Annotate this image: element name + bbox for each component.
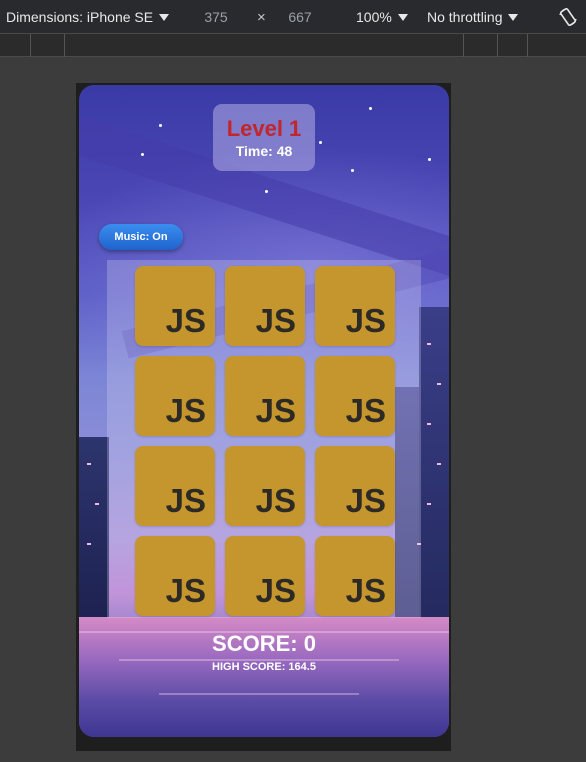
device-dropdown-label: Dimensions: iPhone SE: [6, 9, 154, 25]
throttling-dropdown[interactable]: No throttling: [427, 0, 519, 34]
memory-card[interactable]: JS: [315, 356, 395, 436]
chevron-down-icon: [508, 13, 519, 21]
zoom-dropdown-label: 100%: [356, 9, 392, 25]
devtools-device-toolbar: Dimensions: iPhone SE 375 × 667 100% No …: [0, 0, 586, 34]
chevron-down-icon: [159, 13, 170, 21]
js-card-label: JS: [255, 392, 296, 429]
memory-card[interactable]: JS: [315, 446, 395, 526]
level-title: Level 1: [226, 116, 302, 141]
zoom-dropdown[interactable]: 100%: [356, 0, 408, 34]
memory-card[interactable]: JS: [135, 356, 215, 436]
rotate-icon: [559, 7, 577, 27]
js-card-label: JS: [345, 482, 386, 519]
js-card-label: JS: [255, 482, 296, 519]
width-input[interactable]: 375: [190, 0, 242, 34]
media-query-ruler: [0, 34, 586, 57]
star: [265, 190, 268, 193]
score-text: SCORE: 0: [212, 631, 316, 656]
memory-card[interactable]: JS: [225, 536, 305, 616]
throttling-dropdown-label: No throttling: [427, 9, 503, 25]
timer-text: Time: 48: [235, 143, 293, 159]
star: [319, 141, 322, 144]
memory-card[interactable]: JS: [225, 356, 305, 436]
building: [419, 307, 449, 627]
star: [428, 158, 431, 161]
star: [141, 153, 144, 156]
memory-card[interactable]: JS: [315, 266, 395, 346]
chevron-down-icon: [397, 13, 408, 21]
music-toggle-button[interactable]: Music: On: [99, 224, 183, 250]
memory-card[interactable]: JS: [225, 446, 305, 526]
js-card-label: JS: [345, 392, 386, 429]
building: [79, 437, 109, 627]
js-card-label: JS: [165, 392, 206, 429]
js-card-label: JS: [345, 302, 386, 339]
js-card-label: JS: [255, 302, 296, 339]
rotate-button[interactable]: [556, 0, 580, 34]
memory-card[interactable]: JS: [135, 446, 215, 526]
star: [159, 124, 162, 127]
js-card-label: JS: [345, 572, 386, 609]
device-frame: Level 1 Time: 48 Music: On JS JS JS JS J…: [76, 83, 451, 751]
star: [351, 169, 354, 172]
game-screen: Level 1 Time: 48 Music: On JS JS JS JS J…: [79, 85, 449, 737]
star: [369, 107, 372, 110]
device-dropdown[interactable]: Dimensions: iPhone SE: [6, 0, 170, 34]
js-card-label: JS: [165, 482, 206, 519]
memory-card[interactable]: JS: [315, 536, 395, 616]
js-card-label: JS: [165, 302, 206, 339]
height-input[interactable]: 667: [275, 0, 325, 34]
memory-card[interactable]: JS: [135, 266, 215, 346]
js-card-label: JS: [255, 572, 296, 609]
memory-card[interactable]: JS: [135, 536, 215, 616]
high-score-text: HIGH SCORE: 164.5: [212, 661, 316, 673]
dimension-separator: ×: [257, 8, 266, 26]
js-card-label: JS: [165, 572, 206, 609]
card-board: JS JS JS JS JS JS JS JS JS JS JS JS: [107, 260, 421, 618]
level-panel: Level 1 Time: 48: [213, 104, 315, 171]
memory-card[interactable]: JS: [225, 266, 305, 346]
